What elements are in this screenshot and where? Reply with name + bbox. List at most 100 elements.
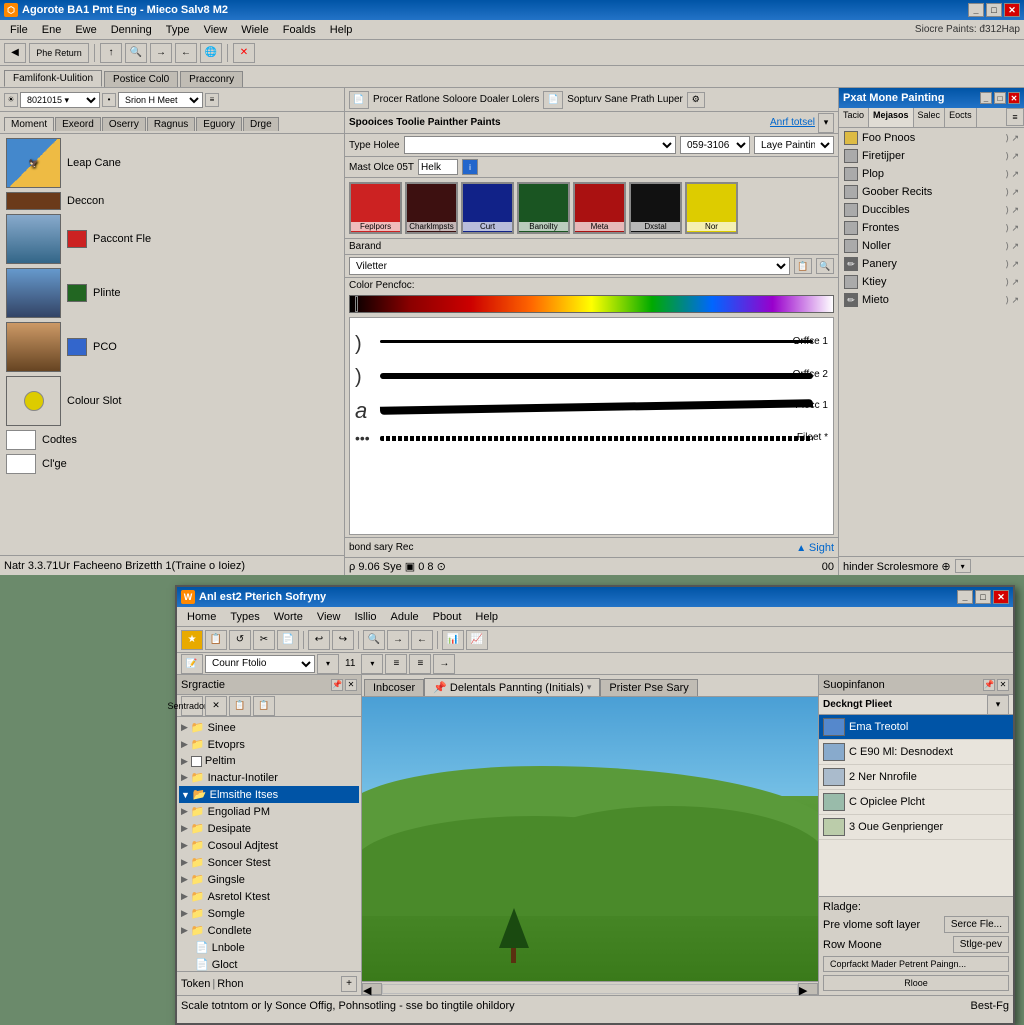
right-item-2[interactable]: Plop ⟩ ↗ (840, 165, 1023, 183)
bottom-toolbar-star[interactable]: ★ (181, 630, 203, 650)
bottom-font-size-btn[interactable]: ▾ (361, 654, 383, 674)
toolbar-btn-3[interactable]: 🔍 (125, 43, 147, 63)
right-item-3[interactable]: Goober Recits ⟩ ↗ (840, 183, 1023, 201)
sidebar-item-0[interactable]: ▶ 📁 Sinee (179, 719, 359, 736)
toolbar-btn-x[interactable]: ✕ (233, 43, 255, 63)
layer-4[interactable]: 3 Oue Genprienger (819, 815, 1013, 840)
sidebar-item-11[interactable]: ▶ 📁 Somgle (179, 905, 359, 922)
layer-1[interactable]: C E90 Ml: Desnodext (819, 740, 1013, 765)
bottom-menu-adule[interactable]: Adule (385, 609, 425, 625)
bottom-right-pin[interactable]: 📌 (983, 679, 995, 691)
flose-btn[interactable]: Rlooe (823, 975, 1009, 991)
tab-pracconry[interactable]: Pracconry (180, 71, 243, 87)
bottom-max-btn[interactable]: □ (975, 590, 991, 604)
row-btn[interactable]: Stlge-pev (953, 936, 1009, 953)
panel-tab-drge[interactable]: Drge (243, 117, 279, 131)
menu-denning[interactable]: Denning (105, 22, 158, 38)
h-scrollbar[interactable]: ◀ ▶ (362, 981, 818, 995)
swatch-3[interactable]: Banoilty (517, 182, 570, 234)
sidebar-checkbox-2[interactable] (191, 756, 202, 767)
scroll-right-btn[interactable]: ▶ (798, 983, 818, 995)
list-item-0[interactable]: 🦅 Leap Cane (2, 136, 342, 190)
sidebar-item-13[interactable]: 📄 Lnbole (179, 939, 359, 956)
mostolee-input[interactable] (418, 159, 458, 175)
bottom-toolbar-5[interactable]: ↩ (308, 630, 330, 650)
right-item-7[interactable]: ✏ Panery ⟩ ↗ (840, 255, 1023, 273)
panel-tab-moment[interactable]: Moment (4, 117, 54, 131)
panel-tab-oserry[interactable]: Oserry (102, 117, 146, 131)
bottom-menu-isllio[interactable]: Isllio (349, 609, 383, 625)
bottom-indent-btn[interactable]: → (433, 654, 455, 674)
sidebar-pin-btn[interactable]: 📌 (331, 679, 343, 691)
center-tab-1[interactable]: 📌 Delentals Pannting (Initials) ▾ (424, 678, 600, 696)
right-item-8[interactable]: Ktiey ⟩ ↗ (840, 273, 1023, 291)
bottom-font-select[interactable]: Counr Ftolio (205, 655, 315, 673)
menu-help[interactable]: Help (324, 22, 359, 38)
sidebar-item-2[interactable]: ▶ Peltim (179, 753, 359, 769)
bottom-right-close[interactable]: ✕ (997, 679, 1009, 691)
brand-btn-1[interactable]: 📋 (794, 258, 812, 274)
menu-ewe[interactable]: Ewe (69, 22, 102, 38)
menu-file[interactable]: File (4, 22, 34, 38)
menu-ene[interactable]: Ene (36, 22, 68, 38)
layer-0[interactable]: Ema Treotol (819, 715, 1013, 740)
bottom-menu-pbout[interactable]: Pbout (427, 609, 468, 625)
toolbar-btn-4[interactable]: → (150, 43, 172, 63)
center-tab-0[interactable]: Inbcoser (364, 679, 424, 696)
scroll-left-btn[interactable]: ◀ (362, 983, 382, 995)
bottom-align-btn[interactable]: ≡ (385, 654, 407, 674)
bottom-toolbar-1[interactable]: 📋 (205, 630, 227, 650)
bottom-font-btn[interactable]: ▾ (317, 654, 339, 674)
scroll-track[interactable] (382, 984, 798, 994)
right-item-5[interactable]: Frontes ⟩ ↗ (840, 219, 1023, 237)
comp-btn[interactable]: Coprfackt Mader Petrent Paingn... (823, 956, 1009, 972)
list-item-1[interactable]: Deccon (2, 190, 342, 212)
toolbar-btn-globe[interactable]: 🌐 (200, 43, 222, 63)
bottom-doc-btn[interactable]: 📝 (181, 654, 203, 674)
swatch-4[interactable]: Meta (573, 182, 626, 234)
maximize-btn[interactable]: □ (986, 3, 1002, 17)
bottom-menu-home[interactable]: Home (181, 609, 222, 625)
sidebar-copy-btn[interactable]: 📋 (229, 696, 251, 716)
layer-2[interactable]: 2 Ner Nnrofile (819, 765, 1013, 790)
list-item-3[interactable]: Plinte (2, 266, 342, 320)
bottom-toolbar-4[interactable]: 📄 (277, 630, 299, 650)
menu-wiele[interactable]: Wiele (235, 22, 275, 38)
sidebar-item-4[interactable]: ▼ 📂 Elmsithe Itses (179, 786, 359, 803)
bottom-toolbar-7[interactable]: 🔍 (363, 630, 385, 650)
right-item-0[interactable]: Foo Pnoos ⟩ ↗ (840, 129, 1023, 147)
right-item-4[interactable]: Duccibles ⟩ ↗ (840, 201, 1023, 219)
right-tab-eocts[interactable]: Eocts (945, 108, 977, 127)
minimize-btn[interactable]: _ (968, 3, 984, 17)
brand-btn-2[interactable]: 🔍 (816, 258, 834, 274)
left-name-select[interactable]: Srion H Meet (118, 92, 203, 108)
swatch-5[interactable]: Dxstal (629, 182, 682, 234)
token-add-btn[interactable]: + (341, 976, 357, 992)
sidebar-close-btn[interactable]: ✕ (345, 679, 357, 691)
bottom-toolbar-10[interactable]: 📊 (442, 630, 464, 650)
center-tab-2[interactable]: Prister Pse Sary (600, 679, 697, 696)
panel-tab-exeord[interactable]: Exeord (55, 117, 101, 131)
right-tab-salec[interactable]: Salec (914, 108, 946, 127)
sidebar-item-8[interactable]: ▶ 📁 Soncer Stest (179, 854, 359, 871)
middle-icon-1[interactable]: 📄 (349, 91, 369, 109)
sidebar-item-6[interactable]: ▶ 📁 Desipate (179, 820, 359, 837)
layer-3[interactable]: C Opiclee Plcht (819, 790, 1013, 815)
left-toolbar-btn-3[interactable]: ≡ (205, 93, 219, 107)
bottom-min-btn[interactable]: _ (957, 590, 973, 604)
list-item-2[interactable]: Paccont Fle (2, 212, 342, 266)
list-item-6[interactable]: Codtes (2, 428, 342, 452)
menu-foalds[interactable]: Foalds (277, 22, 322, 38)
middle-icon-2[interactable]: 📄 (543, 91, 563, 109)
right-tab-tacio[interactable]: Tacio (839, 108, 869, 127)
bottom-close-btn[interactable]: ✕ (993, 590, 1009, 604)
right-tab-mejasos[interactable]: Mejasos (869, 108, 914, 127)
right-footer-btn[interactable]: ▾ (955, 559, 971, 573)
toolbar-btn-return[interactable]: Phe Return (29, 43, 89, 63)
swatch-2[interactable]: Curt (461, 182, 514, 234)
rainbow-palette[interactable] (349, 295, 834, 313)
menu-type[interactable]: Type (160, 22, 196, 38)
sidebar-item-12[interactable]: ▶ 📁 Condlete (179, 922, 359, 939)
right-tab-btn[interactable]: ≡ (1006, 108, 1024, 126)
toolbar-btn-1[interactable]: ◀ (4, 43, 26, 63)
